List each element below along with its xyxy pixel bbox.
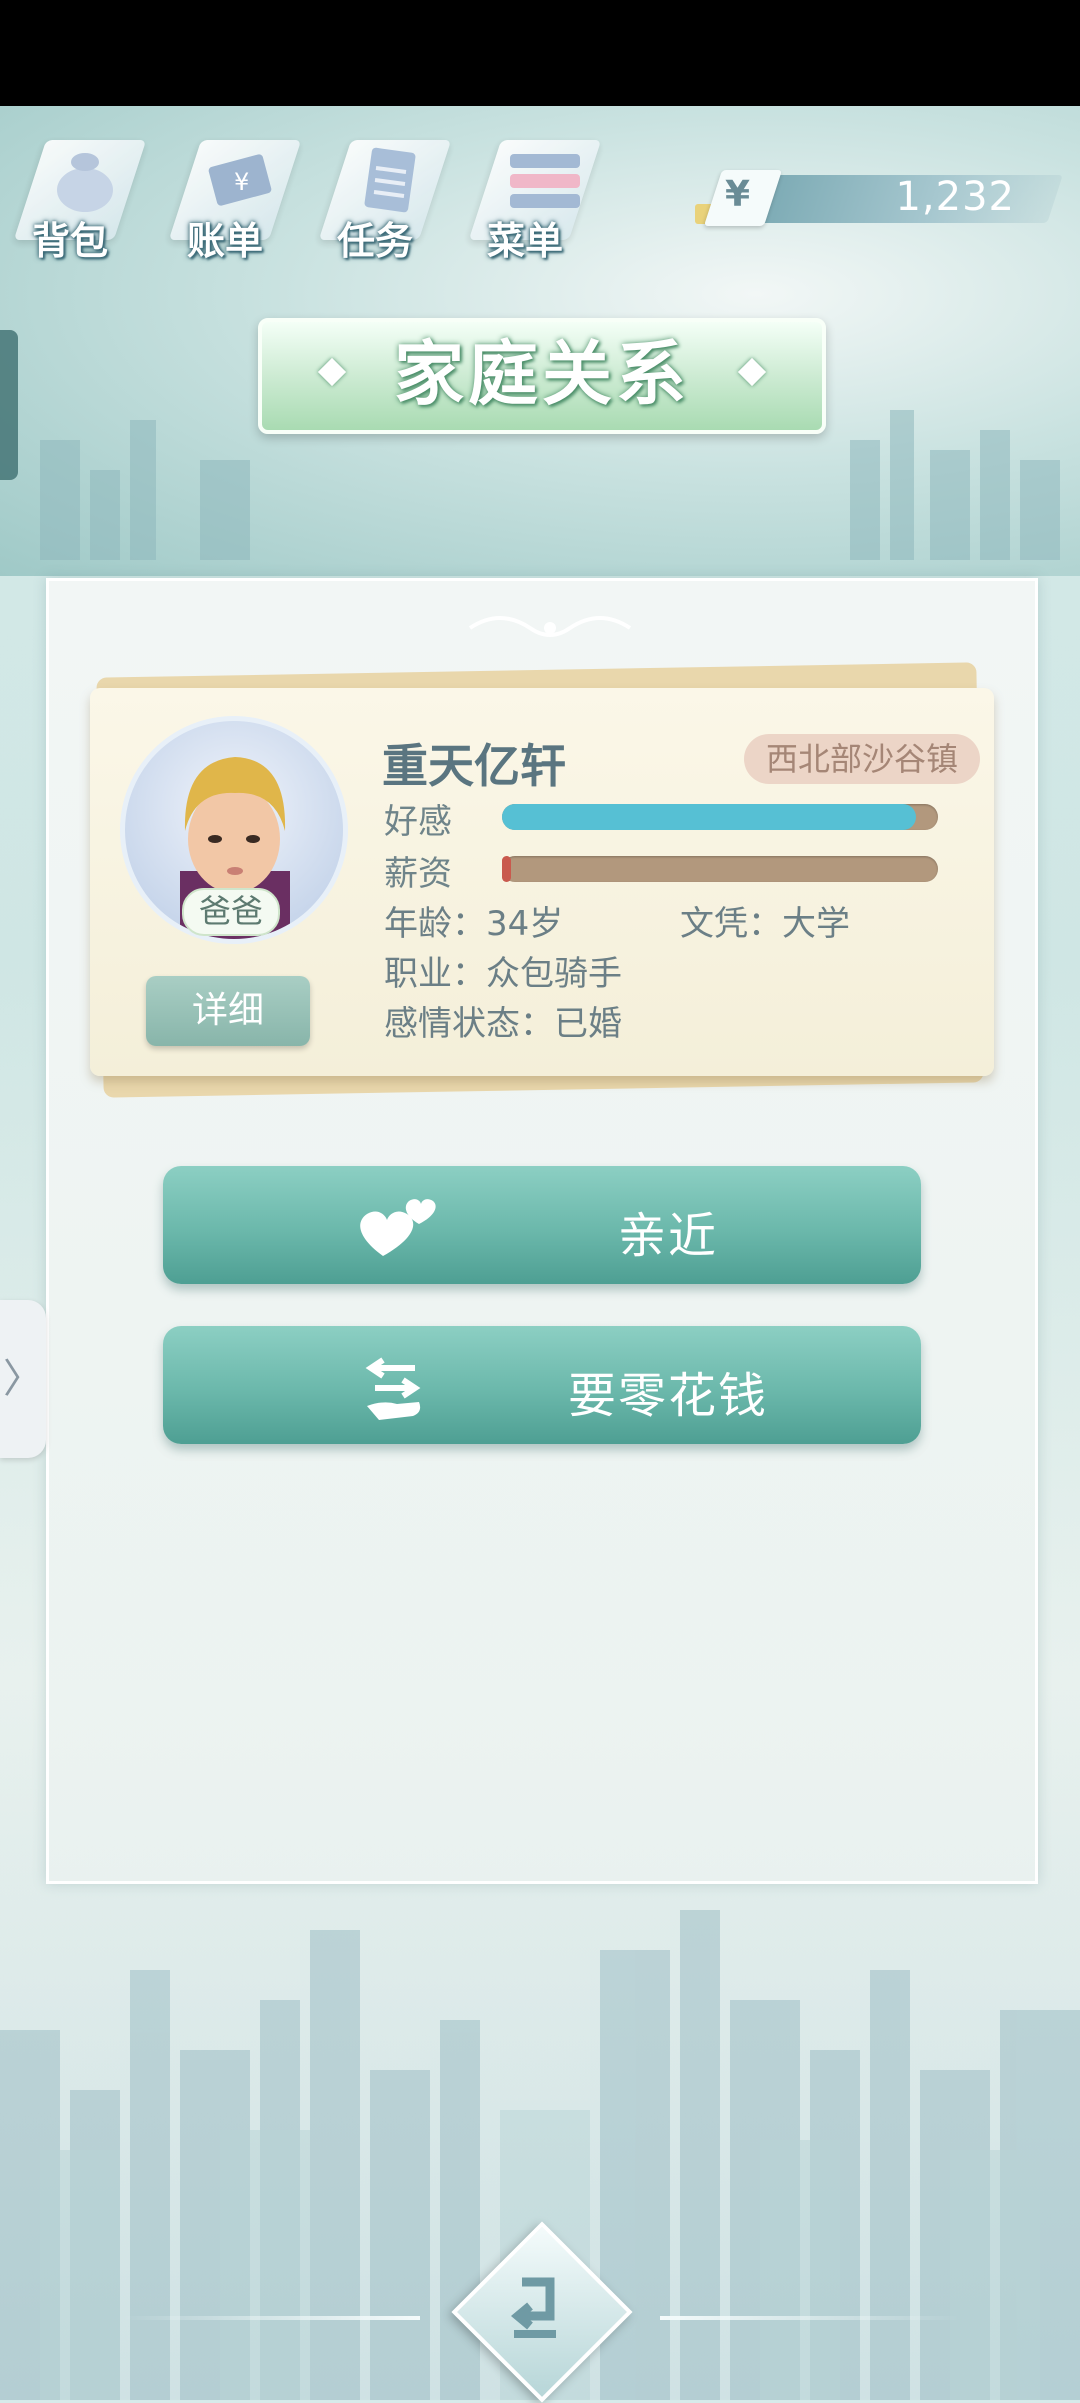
currency-amount: 1,232 xyxy=(895,174,1015,220)
menu-menu-label: 菜单 xyxy=(486,219,563,263)
status-bar xyxy=(0,0,1080,106)
salary-bar xyxy=(502,856,938,882)
menu-icon xyxy=(510,154,580,208)
ask-money-label: 要零花钱 xyxy=(567,1368,768,1424)
detail-button[interactable]: 详细 xyxy=(146,976,310,1046)
bag-icon xyxy=(57,153,113,212)
salary-label: 薪资 xyxy=(384,854,452,894)
menu-bag-button[interactable]: 背包 xyxy=(0,120,147,270)
bill-icon: ¥ xyxy=(208,154,272,206)
menu-bill-button[interactable]: ¥ 账单 xyxy=(155,120,302,270)
back-arrow-icon xyxy=(510,2277,556,2338)
menu-task-button[interactable]: 任务 xyxy=(305,120,452,270)
scroll-ornament-icon xyxy=(468,616,632,637)
ask-money-button[interactable]: 要零花钱 xyxy=(163,1326,921,1444)
yen-icon: ¥ xyxy=(725,174,751,215)
affection-bar xyxy=(502,804,938,830)
left-edge-tab xyxy=(0,330,18,480)
location-badge: 西北部沙谷镇 xyxy=(744,734,980,784)
affection-bar-fill xyxy=(502,804,917,830)
page-title-banner: 家庭关系 xyxy=(258,318,826,434)
get-close-label: 亲近 xyxy=(617,1208,718,1264)
side-expand-tab[interactable]: 〉 xyxy=(0,1300,46,1458)
education-text: 文凭：大学 xyxy=(680,904,850,944)
svg-text:¥: ¥ xyxy=(234,168,249,196)
get-close-button[interactable]: 亲近 xyxy=(163,1166,921,1284)
hearts-icon xyxy=(360,1199,436,1256)
left-deco-line xyxy=(120,2316,420,2320)
member-name: 重天亿轩 xyxy=(382,739,566,793)
menu-bill-label: 账单 xyxy=(186,219,263,263)
menu-task-label: 任务 xyxy=(336,219,413,263)
menu-menu-button[interactable]: 菜单 xyxy=(455,120,602,270)
right-deco-line xyxy=(660,2316,960,2320)
salary-bar-fill xyxy=(502,856,511,882)
page-title: 家庭关系 xyxy=(394,333,690,415)
exchange-hand-icon xyxy=(365,1357,421,1420)
relation-tag: 爸爸 xyxy=(182,888,280,936)
age-text: 年龄：34岁 xyxy=(384,904,564,944)
marital-status-text: 感情状态：已婚 xyxy=(384,1004,622,1044)
currency-display: ¥ 1,232 xyxy=(695,170,1065,228)
job-text: 职业：众包骑手 xyxy=(384,954,622,994)
affection-label: 好感 xyxy=(384,802,452,842)
menu-bag-label: 背包 xyxy=(31,219,108,263)
task-icon xyxy=(364,147,416,213)
